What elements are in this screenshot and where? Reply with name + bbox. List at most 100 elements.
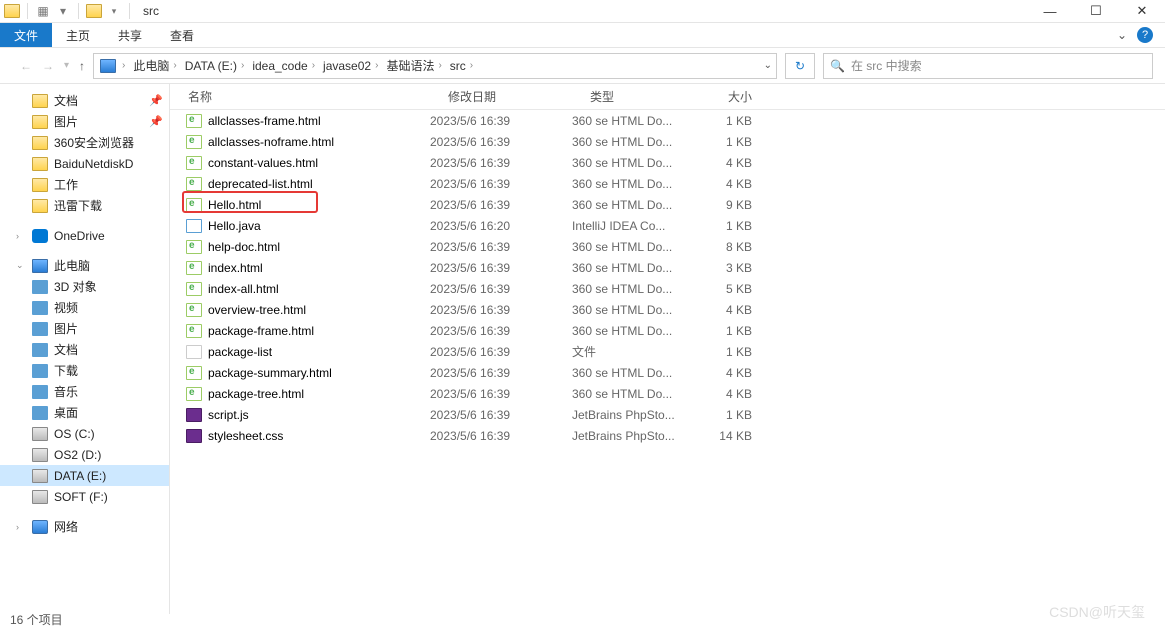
file-row[interactable]: allclasses-noframe.html2023/5/6 16:39360… bbox=[170, 131, 1165, 152]
tab-share[interactable]: 共享 bbox=[104, 23, 156, 47]
file-row[interactable]: package-tree.html2023/5/6 16:39360 se HT… bbox=[170, 383, 1165, 404]
breadcrumb-item[interactable]: src› bbox=[446, 59, 477, 73]
tab-view[interactable]: 查看 bbox=[156, 23, 208, 47]
file-row[interactable]: package-list2023/5/6 16:39文件1 KB bbox=[170, 341, 1165, 362]
file-row[interactable]: deprecated-list.html2023/5/6 16:39360 se… bbox=[170, 173, 1165, 194]
file-row[interactable]: package-summary.html2023/5/6 16:39360 se… bbox=[170, 362, 1165, 383]
file-type: IntelliJ IDEA Co... bbox=[572, 219, 694, 233]
tree-thispc[interactable]: ⌄ 此电脑 bbox=[0, 255, 169, 276]
tree-item[interactable]: DATA (E:) bbox=[0, 465, 169, 486]
qat-dropdown-icon[interactable]: ▾ bbox=[55, 3, 71, 19]
breadcrumb-item[interactable]: DATA (E:)› bbox=[181, 59, 249, 73]
col-name[interactable]: 名称 bbox=[170, 88, 430, 105]
file-row[interactable]: script.js2023/5/6 16:39JetBrains PhpSto.… bbox=[170, 404, 1165, 425]
tree-label: 桌面 bbox=[54, 404, 78, 421]
col-size[interactable]: 大小 bbox=[694, 88, 766, 105]
file-name: constant-values.html bbox=[208, 156, 318, 170]
file-row[interactable]: overview-tree.html2023/5/6 16:39360 se H… bbox=[170, 299, 1165, 320]
breadcrumb-item[interactable]: 基础语法› bbox=[382, 57, 445, 74]
tree-item[interactable]: SOFT (F:) bbox=[0, 486, 169, 507]
blue-icon bbox=[32, 364, 48, 378]
tree-item[interactable]: OS2 (D:) bbox=[0, 444, 169, 465]
tree-item[interactable]: 下载 bbox=[0, 360, 169, 381]
file-date: 2023/5/6 16:39 bbox=[430, 387, 572, 401]
file-size: 1 KB bbox=[694, 135, 766, 149]
qat-dropdown-icon[interactable]: ▾ bbox=[106, 3, 122, 19]
chevron-right-icon[interactable]: › bbox=[438, 60, 441, 71]
file-row[interactable]: index-all.html2023/5/6 16:39360 se HTML … bbox=[170, 278, 1165, 299]
folder-icon bbox=[32, 199, 48, 213]
tree-item[interactable]: BaiduNetdiskD bbox=[0, 153, 169, 174]
file-row[interactable]: help-doc.html2023/5/6 16:39360 se HTML D… bbox=[170, 236, 1165, 257]
tree-label: OS2 (D:) bbox=[54, 448, 101, 462]
forward-button[interactable]: → bbox=[42, 59, 54, 73]
divider bbox=[78, 3, 79, 19]
properties-icon[interactable]: ▦ bbox=[35, 3, 51, 19]
file-row[interactable]: index.html2023/5/6 16:39360 se HTML Do..… bbox=[170, 257, 1165, 278]
ribbon-expand-icon[interactable]: ⌄ bbox=[1117, 28, 1127, 42]
chevron-right-icon[interactable]: › bbox=[470, 60, 473, 71]
file-row[interactable]: constant-values.html2023/5/6 16:39360 se… bbox=[170, 152, 1165, 173]
tree-item[interactable]: 工作 bbox=[0, 174, 169, 195]
file-date: 2023/5/6 16:39 bbox=[430, 135, 572, 149]
close-button[interactable]: ✕ bbox=[1119, 0, 1165, 22]
file-type: 360 se HTML Do... bbox=[572, 240, 694, 254]
tree-item[interactable]: OS (C:) bbox=[0, 423, 169, 444]
tree-item[interactable]: 迅雷下载 bbox=[0, 195, 169, 216]
up-button[interactable]: ↑ bbox=[79, 59, 85, 73]
maximize-button[interactable]: ☐ bbox=[1073, 0, 1119, 22]
file-size: 3 KB bbox=[694, 261, 766, 275]
file-type: 360 se HTML Do... bbox=[572, 261, 694, 275]
breadcrumb-item[interactable]: 此电脑› bbox=[129, 57, 180, 74]
folder-icon bbox=[32, 157, 48, 171]
minimize-button[interactable]: — bbox=[1027, 0, 1073, 22]
tree-label: 图片 bbox=[54, 113, 78, 130]
breadcrumb-item[interactable]: javase02› bbox=[319, 59, 382, 73]
tree-item[interactable]: 图片 bbox=[0, 318, 169, 339]
tree-item[interactable]: 文档📌 bbox=[0, 90, 169, 111]
chevron-right-icon[interactable]: › bbox=[122, 60, 125, 71]
refresh-button[interactable]: ↻ bbox=[785, 53, 815, 79]
back-button[interactable]: ← bbox=[20, 59, 32, 73]
chevron-right-icon[interactable]: › bbox=[16, 522, 26, 532]
file-tab[interactable]: 文件 bbox=[0, 23, 52, 47]
col-type[interactable]: 类型 bbox=[572, 88, 694, 105]
divider bbox=[27, 3, 28, 19]
file-row[interactable]: allclasses-frame.html2023/5/6 16:39360 s… bbox=[170, 110, 1165, 131]
chevron-right-icon[interactable]: › bbox=[173, 60, 176, 71]
file-size: 9 KB bbox=[694, 198, 766, 212]
file-row[interactable]: stylesheet.css2023/5/6 16:39JetBrains Ph… bbox=[170, 425, 1165, 446]
breadcrumb-item[interactable]: idea_code› bbox=[248, 59, 319, 73]
chevron-right-icon[interactable]: › bbox=[16, 231, 26, 241]
col-date[interactable]: 修改日期 bbox=[430, 88, 572, 105]
quick-access-toolbar: ▦ ▾ ▾ src bbox=[0, 3, 163, 19]
recent-dropdown-icon[interactable]: ▾ bbox=[64, 60, 69, 71]
tree-item[interactable]: 音乐 bbox=[0, 381, 169, 402]
chevron-right-icon[interactable]: › bbox=[375, 60, 378, 71]
ps-icon bbox=[186, 429, 202, 443]
tree-item[interactable]: 360安全浏览器 bbox=[0, 132, 169, 153]
file-row[interactable]: Hello.html2023/5/6 16:39360 se HTML Do..… bbox=[170, 194, 1165, 215]
chevron-down-icon[interactable]: ⌄ bbox=[16, 260, 26, 271]
tree-item[interactable]: 3D 对象 bbox=[0, 276, 169, 297]
chevron-right-icon[interactable]: › bbox=[312, 60, 315, 71]
file-type: 360 se HTML Do... bbox=[572, 114, 694, 128]
address-bar[interactable]: › 此电脑›DATA (E:)›idea_code›javase02›基础语法›… bbox=[93, 53, 777, 79]
tree-item[interactable]: 桌面 bbox=[0, 402, 169, 423]
html-icon bbox=[186, 261, 202, 275]
file-size: 1 KB bbox=[694, 324, 766, 338]
tree-item[interactable]: 视频 bbox=[0, 297, 169, 318]
address-dropdown-icon[interactable]: ⌄ bbox=[764, 60, 772, 71]
file-row[interactable]: Hello.java2023/5/6 16:20IntelliJ IDEA Co… bbox=[170, 215, 1165, 236]
search-box[interactable]: 🔍 在 src 中搜索 bbox=[823, 53, 1153, 79]
tree-item[interactable]: 文档 bbox=[0, 339, 169, 360]
help-icon[interactable]: ? bbox=[1137, 27, 1153, 43]
item-count: 16 个项目 bbox=[10, 611, 63, 628]
tree-onedrive[interactable]: › OneDrive bbox=[0, 225, 169, 246]
tree-item[interactable]: 图片📌 bbox=[0, 111, 169, 132]
tab-home[interactable]: 主页 bbox=[52, 23, 104, 47]
file-name: package-tree.html bbox=[208, 387, 304, 401]
chevron-right-icon[interactable]: › bbox=[241, 60, 244, 71]
file-row[interactable]: package-frame.html2023/5/6 16:39360 se H… bbox=[170, 320, 1165, 341]
tree-network[interactable]: › 网络 bbox=[0, 516, 169, 537]
